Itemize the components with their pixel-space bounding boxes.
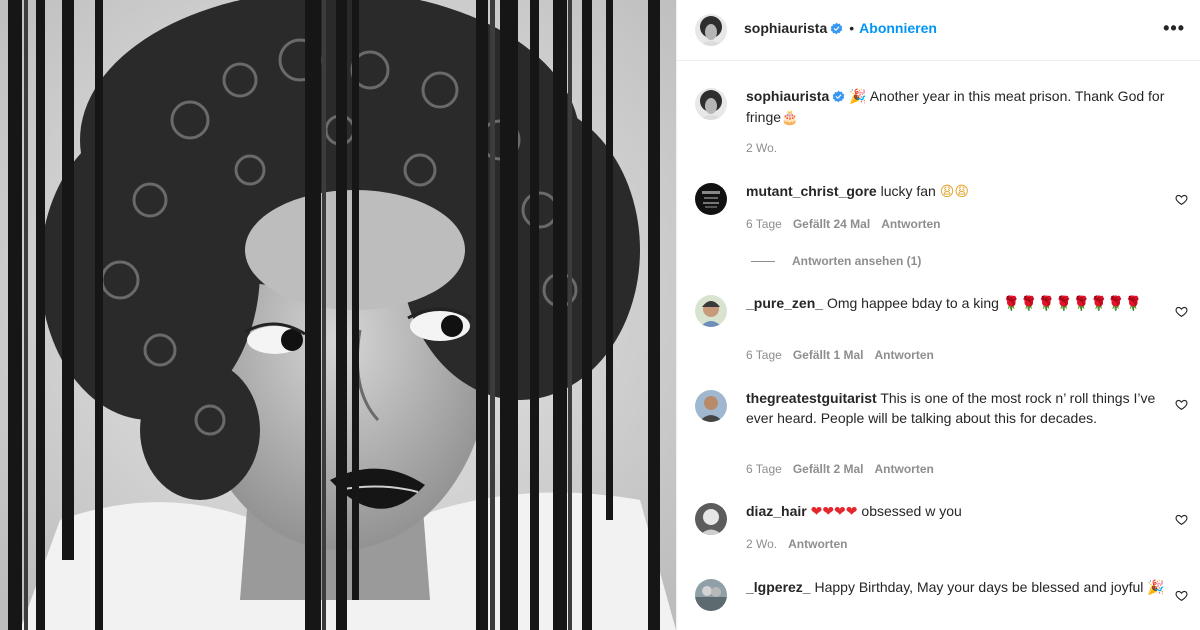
comment-body: Happy Birthday, May your days be blessed… bbox=[814, 579, 1144, 595]
comment-username[interactable]: diaz_hair bbox=[746, 503, 807, 519]
comment-emoji: 🎉 bbox=[1147, 580, 1165, 596]
caption-text: sophiaurista 🎉 Another year in this meat… bbox=[746, 87, 1166, 128]
comment-meta: 2 Wo. Antworten bbox=[746, 537, 858, 551]
commenter-avatar[interactable] bbox=[695, 503, 727, 535]
comment-username[interactable]: _lgperez_ bbox=[746, 579, 811, 595]
caption-username[interactable]: sophiaurista bbox=[746, 88, 829, 104]
separator-dot: • bbox=[849, 20, 855, 36]
instagram-post-view: sophiaurista • Abonnieren ••• sophiaurista… bbox=[0, 0, 1200, 630]
comment-time[interactable]: 2 Wo. bbox=[746, 537, 777, 551]
commenter-avatar[interactable] bbox=[695, 183, 727, 215]
view-replies-button[interactable]: Antworten ansehen (1) bbox=[751, 254, 921, 268]
reply-button[interactable]: Antworten bbox=[875, 348, 934, 362]
post-header: sophiaurista • Abonnieren ••• bbox=[677, 0, 1200, 61]
header-line: sophiaurista • Abonnieren bbox=[744, 20, 937, 36]
verified-badge-icon bbox=[830, 22, 843, 35]
view-replies-label: Antworten ansehen (1) bbox=[792, 254, 922, 268]
author-username[interactable]: sophiaurista bbox=[744, 20, 827, 36]
more-options-icon[interactable]: ••• bbox=[1163, 19, 1185, 37]
comment-time[interactable]: 6 Tage bbox=[746, 348, 782, 362]
comment-likes[interactable]: Gefällt 2 Mal bbox=[793, 462, 864, 476]
caption-time[interactable]: 2 Wo. bbox=[746, 141, 777, 155]
comment-emoji: ❤❤❤❤ bbox=[810, 504, 858, 520]
comment-body: Omg happee bday to a king bbox=[826, 295, 999, 311]
follow-button[interactable]: Abonnieren bbox=[859, 20, 937, 36]
heart-icon[interactable] bbox=[1175, 305, 1188, 318]
comment-time[interactable]: 6 Tage bbox=[746, 462, 782, 476]
comment-username[interactable]: thegreatestguitarist bbox=[746, 390, 877, 406]
comment-meta: 6 Tage Gefällt 2 Mal Antworten bbox=[746, 462, 945, 476]
replies-divider bbox=[751, 261, 775, 263]
commenter-avatar[interactable] bbox=[695, 390, 727, 422]
comment-username[interactable]: _pure_zen_ bbox=[746, 295, 823, 311]
comment-likes[interactable]: Gefällt 24 Mal bbox=[793, 217, 870, 231]
author-avatar[interactable] bbox=[695, 14, 727, 46]
caption-avatar[interactable] bbox=[695, 88, 727, 120]
comment-text: thegreatestguitarist This is one of the … bbox=[746, 389, 1166, 428]
caption-meta: 2 Wo. bbox=[746, 141, 788, 155]
verified-badge-icon bbox=[832, 90, 845, 103]
comment-username[interactable]: mutant_christ_gore bbox=[746, 183, 877, 199]
post-image-portrait bbox=[0, 0, 676, 630]
party-emoji: 🎉 bbox=[849, 89, 867, 105]
reply-button[interactable]: Antworten bbox=[875, 462, 934, 476]
comment-text: diaz_hair ❤❤❤❤ obsessed w you bbox=[746, 502, 1166, 523]
heart-icon[interactable] bbox=[1175, 193, 1188, 206]
reply-button[interactable]: Antworten bbox=[788, 537, 847, 551]
post-photo[interactable] bbox=[0, 0, 676, 630]
comment-body: lucky fan bbox=[880, 183, 936, 199]
comment-text: _lgperez_ Happy Birthday, May your days … bbox=[746, 578, 1166, 599]
comment-body: obsessed w you bbox=[861, 503, 962, 519]
comment-emoji: 😩😩 bbox=[939, 184, 969, 200]
commenter-avatar[interactable] bbox=[695, 295, 727, 327]
comment-text: mutant_christ_gore lucky fan 😩😩 bbox=[746, 182, 1166, 203]
cake-emoji: 🎂 bbox=[781, 109, 799, 126]
comment-meta: 6 Tage Gefällt 24 Mal Antworten bbox=[746, 217, 952, 231]
comment-likes[interactable]: Gefällt 1 Mal bbox=[793, 348, 864, 362]
reply-button[interactable]: Antworten bbox=[881, 217, 940, 231]
post-sidebar: sophiaurista • Abonnieren ••• sophiaurista… bbox=[676, 0, 1200, 630]
heart-icon[interactable] bbox=[1175, 398, 1188, 411]
heart-icon[interactable] bbox=[1175, 513, 1188, 526]
commenter-avatar[interactable] bbox=[695, 579, 727, 611]
comment-meta: 6 Tage Gefällt 1 Mal Antworten bbox=[746, 348, 945, 362]
heart-icon[interactable] bbox=[1175, 589, 1188, 602]
comment-time[interactable]: 6 Tage bbox=[746, 217, 782, 231]
comment-emoji: 🌹🌹🌹🌹🌹🌹🌹🌹 bbox=[1002, 296, 1143, 312]
comment-text: _pure_zen_ Omg happee bday to a king 🌹🌹🌹… bbox=[746, 294, 1166, 315]
